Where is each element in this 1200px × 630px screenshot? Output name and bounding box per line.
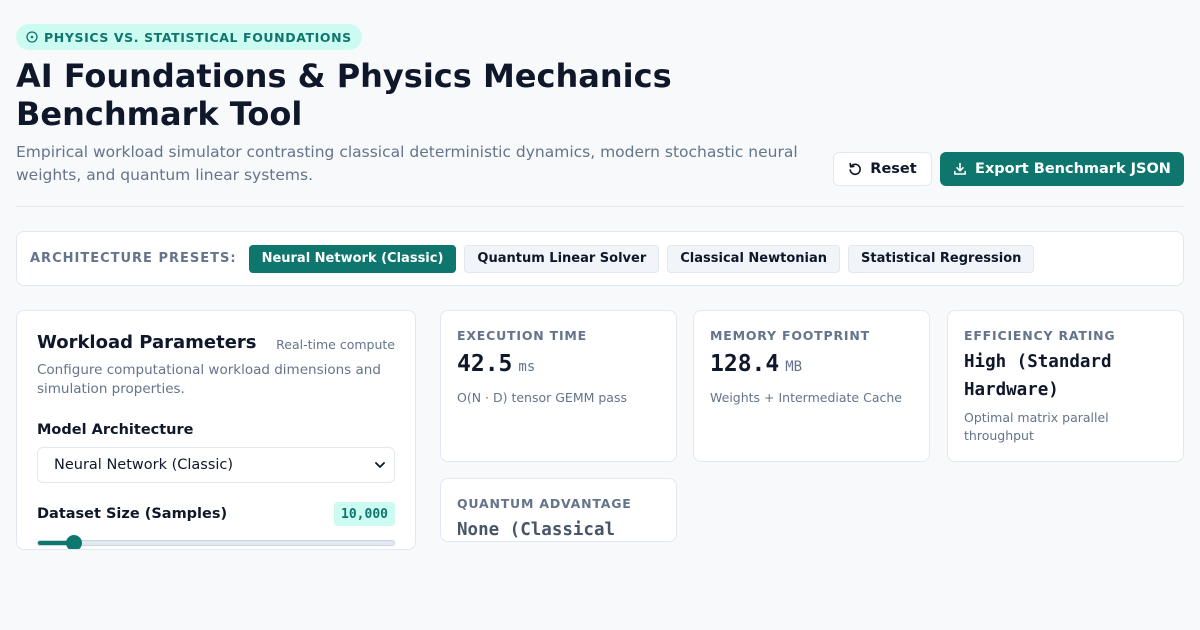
page-title: AI Foundations & Physics Mechanics Bench… — [16, 57, 672, 133]
memory-footprint-value: 128.4 — [710, 351, 780, 377]
memory-footprint-card: MEMORY FOOTPRINT 128.4 MB Weights + Inter… — [693, 310, 930, 462]
download-icon — [954, 162, 967, 175]
metric-note: Weights + Intermediate Cache — [710, 390, 902, 405]
efficiency-rating-card: EFFICIENCY RATING High (Standard Hardwar… — [947, 310, 1184, 462]
metric-label: QUANTUM ADVANTAGE — [457, 496, 632, 511]
metric-note: O(N · D) tensor GEMM pass — [457, 390, 627, 405]
dataset-size-label: Dataset Size (Samples) — [37, 506, 228, 522]
presets-label: ARCHITECTURE PRESETS: — [30, 251, 237, 266]
metric-label: EFFICIENCY RATING — [964, 328, 1116, 343]
export-button-label: Export Benchmark JSON — [975, 161, 1171, 177]
metric-label: MEMORY FOOTPRINT — [710, 328, 870, 343]
export-json-button[interactable]: Export Benchmark JSON — [940, 152, 1184, 186]
dataset-size-slider[interactable] — [37, 535, 395, 549]
dataset-size-value: 10,000 — [334, 502, 395, 526]
preset-neural-network[interactable]: Neural Network (Classic) — [248, 244, 457, 273]
section-badge: PHYSICS VS. STATISTICAL FOUNDATIONS — [16, 24, 362, 50]
reset-button-label: Reset — [870, 161, 917, 177]
execution-time-value: 42.5 — [457, 351, 513, 377]
model-architecture-label: Model Architecture — [37, 422, 194, 438]
chevron-down-icon — [375, 462, 385, 468]
efficiency-rating-value: High (Standard Hardware) — [964, 352, 1112, 400]
panel-title: Workload Parameters — [37, 332, 257, 353]
model-architecture-select[interactable]: Neural Network (Classic) — [37, 447, 395, 483]
execution-time-card: EXECUTION TIME 42.5 ms O(N · D) tensor GE… — [440, 310, 677, 462]
metric-value: 128.4 MB — [710, 351, 920, 377]
metric-label: EXECUTION TIME — [457, 328, 588, 343]
preset-statistical-regression[interactable]: Statistical Regression — [848, 244, 1035, 273]
preset-quantum-linear-solver[interactable]: Quantum Linear Solver — [464, 244, 660, 273]
panel-description: Configure computational workload dimensi… — [37, 362, 381, 397]
workload-parameters-panel: Workload Parameters Real-time compute Co… — [16, 310, 416, 550]
page-subtitle: Empirical workload simulator contrasting… — [16, 143, 798, 184]
reset-button[interactable]: Reset — [833, 152, 932, 186]
header-divider — [16, 206, 1184, 207]
quantum-advantage-value: None (Classical — [457, 520, 616, 540]
metric-value: 42.5 ms — [457, 351, 667, 377]
section-badge-label: PHYSICS VS. STATISTICAL FOUNDATIONS — [44, 29, 352, 45]
model-architecture-value: Neural Network (Classic) — [54, 457, 234, 473]
reset-icon — [849, 162, 862, 176]
quantum-advantage-card: QUANTUM ADVANTAGE None (Classical — [440, 478, 677, 542]
architecture-presets-bar: ARCHITECTURE PRESETS: Neural Network (Cl… — [16, 231, 1184, 286]
realtime-tag: Real-time compute — [276, 337, 395, 352]
metric-note: Optimal matrix parallel throughput — [964, 410, 1109, 443]
memory-footprint-unit: MB — [785, 359, 803, 375]
slider-thumb[interactable] — [65, 535, 82, 549]
preset-classical-newtonian[interactable]: Classical Newtonian — [667, 244, 841, 273]
info-circle-icon — [26, 31, 38, 43]
execution-time-unit: ms — [518, 359, 536, 375]
